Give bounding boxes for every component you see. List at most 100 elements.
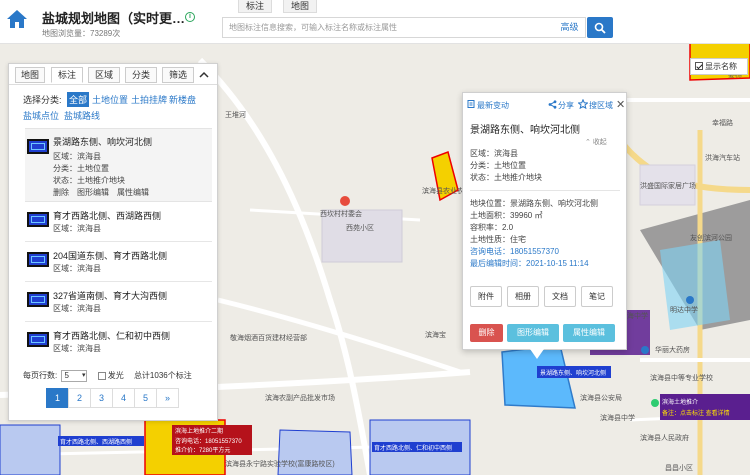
map-label: 滨海宝 xyxy=(425,330,446,339)
popup-last-edit: 最后编辑时间：2021-10-15 11:14 xyxy=(470,259,589,268)
page-5-button[interactable]: 5 xyxy=(134,388,157,408)
panel-tab-annotation[interactable]: 标注 xyxy=(51,67,83,83)
tab-annotation[interactable]: 标注 xyxy=(238,0,272,13)
map-label: 滨海县公安局 xyxy=(580,393,622,402)
map-marker-label[interactable]: 滨海土地推介 xyxy=(662,398,698,406)
map-label: 王堆河 xyxy=(225,110,246,119)
tab-map[interactable]: 地图 xyxy=(283,0,317,13)
map-red-marker-line[interactable]: 咨询电话：18051557370 xyxy=(175,437,242,445)
list-divider xyxy=(25,321,212,322)
map-label: 幸福路 xyxy=(712,118,733,127)
popup-title: 景湖路东侧、响坎河北侧 xyxy=(470,125,580,136)
delete-button[interactable]: 删除 xyxy=(470,324,503,342)
parcel-icon xyxy=(27,332,49,347)
next-page-button[interactable]: » xyxy=(156,388,179,408)
parcel-icon xyxy=(27,212,49,227)
map-label: 友创滨河公园 xyxy=(690,233,732,242)
show-name-toggle[interactable]: 显示名称 xyxy=(690,58,748,75)
per-page-label: 每页行数: xyxy=(23,371,58,381)
popup-pointer xyxy=(530,349,544,359)
item-title[interactable]: 景湖路东侧、响坎河北侧 xyxy=(53,135,152,148)
map-label: 洪盛国际家居广场 xyxy=(640,181,696,190)
map-label: 昌昌小区 xyxy=(665,463,693,472)
total-count: 总计1036个标注 xyxy=(133,371,192,381)
view-count: 地图浏览量：73289次 xyxy=(42,29,121,38)
category-land-auction[interactable]: 土拍挂牌 xyxy=(131,93,167,106)
map-label: 敬海烟酒百货建材经营部 xyxy=(230,333,307,342)
pagination: 1 2 3 4 5 » xyxy=(46,388,179,408)
document-button[interactable]: 文档 xyxy=(544,286,576,307)
category-new-property[interactable]: 新楼盘 xyxy=(169,93,196,106)
annotation-popup: 最新变动 分享 搜区域 ✕ 景湖路东侧、响坎河北侧 ⌃ 收起 区域：滨海县 分类… xyxy=(462,92,627,350)
list-item[interactable]: 育才西路北侧、仁和初中西侧 区域：滨海县 xyxy=(25,326,212,362)
notes-button[interactable]: 笔记 xyxy=(581,286,613,307)
popup-ratio: 容积率：2.0 xyxy=(470,223,514,232)
map-label: 西坎村村委会 xyxy=(320,209,362,218)
per-page-select[interactable]: 5 xyxy=(61,370,88,382)
map-label: 滨海县人民政府 xyxy=(640,433,689,442)
page-4-button[interactable]: 4 xyxy=(112,388,135,408)
category-all[interactable]: 全部 xyxy=(67,92,90,107)
popup-area: 土地面积：39960 ㎡ xyxy=(470,211,543,220)
album-button[interactable]: 相册 xyxy=(507,286,539,307)
recent-changes-link[interactable]: 最新变动 xyxy=(477,100,509,111)
map-label: 滨海农副产品批发市场 xyxy=(265,393,335,402)
item-status: 状态：土地推介地块 xyxy=(53,176,125,185)
item-title[interactable]: 204国道东侧、育才西路北侧 xyxy=(53,249,167,262)
map-label: 西苑小区 xyxy=(346,223,374,232)
map-red-marker-line[interactable]: 滨海上地推介二期 xyxy=(175,427,223,435)
search-input[interactable] xyxy=(222,17,554,38)
list-item[interactable]: 327省道南侧、育才大沟西侧 区域：滨海县 xyxy=(25,286,212,322)
share-icon xyxy=(548,100,557,109)
app-header: 盐城规划地图（实时更… i 地图浏览量：73289次 标注 地图 高级 xyxy=(0,0,750,44)
item-title[interactable]: 育才西路北侧、仁和初中西侧 xyxy=(53,329,170,342)
page-3-button[interactable]: 3 xyxy=(90,388,113,408)
shape-edit-button[interactable]: 图形编辑 xyxy=(507,324,559,342)
search-area-link[interactable]: 搜区域 xyxy=(589,100,613,111)
parcel-icon xyxy=(27,252,49,267)
info-icon[interactable]: i xyxy=(185,12,195,22)
category-land-location[interactable]: 土地位置 xyxy=(92,93,128,106)
popup-status: 状态：土地推介地块 xyxy=(470,173,542,182)
attribute-edit-button[interactable]: 属性编辑 xyxy=(563,324,615,342)
advanced-search-link[interactable]: 高级 xyxy=(554,17,586,38)
search-icon xyxy=(594,22,606,34)
attachment-button[interactable]: 附件 xyxy=(470,286,502,307)
map-marker-label[interactable]: 景湖路东侧、响坎河北侧 xyxy=(540,369,606,377)
close-icon[interactable]: ✕ xyxy=(616,98,625,111)
category-city-routes[interactable]: 盐城路线 xyxy=(64,109,100,122)
page-1-button[interactable]: 1 xyxy=(46,388,69,408)
item-category: 分类：土地位置 xyxy=(53,164,109,173)
collapse-link[interactable]: ⌃ 收起 xyxy=(585,137,607,147)
home-icon[interactable] xyxy=(6,8,28,30)
item-actions[interactable]: 删除 图形编辑 属性编辑 xyxy=(53,187,149,198)
share-link[interactable]: 分享 xyxy=(558,100,574,111)
glow-checkbox[interactable] xyxy=(97,372,106,380)
show-name-checkbox[interactable] xyxy=(695,62,703,70)
search-button[interactable] xyxy=(587,17,613,38)
map-marker-label[interactable]: 育才西路北侧、西湖路西侧 xyxy=(60,438,132,446)
item-region: 区域：滨海县 xyxy=(53,224,101,233)
chevron-up-icon[interactable] xyxy=(197,68,211,82)
map-label: 明达中学 xyxy=(670,305,698,314)
panel-tab-category[interactable]: 分类 xyxy=(125,67,157,83)
list-item[interactable]: 204国道东侧、育才西路北侧 区域：滨海县 xyxy=(25,246,212,282)
item-region: 区域：滨海县 xyxy=(53,152,101,161)
map-red-marker-line[interactable]: 推介价：7280平方元 xyxy=(175,446,230,454)
pager-options: 每页行数: 5 发光 总计1036个标注 xyxy=(23,370,192,382)
item-region: 区域：滨海县 xyxy=(53,264,101,273)
page-2-button[interactable]: 2 xyxy=(68,388,91,408)
map-label: 洪海汽车站 xyxy=(705,153,740,162)
list-item[interactable]: 景湖路东侧、响坎河北侧 区域：滨海县 分类：土地位置 状态：土地推介地块 删除 … xyxy=(25,128,212,202)
map-marker-label[interactable]: 育才西路北侧、仁和初中西侧 xyxy=(374,444,452,452)
panel-tab-region[interactable]: 区域 xyxy=(88,67,120,83)
list-divider xyxy=(25,281,212,282)
item-title[interactable]: 育才西路北侧、西湖路西侧 xyxy=(53,209,161,222)
category-city-points[interactable]: 盐城点位 xyxy=(23,109,59,122)
item-title[interactable]: 327省道南侧、育才大沟西侧 xyxy=(53,289,167,302)
map-marker-label[interactable]: 备注：点击标注 查看详情 xyxy=(662,409,730,417)
popup-phone[interactable]: 咨询电话：18051557370 xyxy=(470,246,559,257)
panel-tab-filter[interactable]: 筛选 xyxy=(162,67,194,83)
panel-tab-map[interactable]: 地图 xyxy=(15,67,45,83)
list-item[interactable]: 育才西路北侧、西湖路西侧 区域：滨海县 xyxy=(25,206,212,242)
